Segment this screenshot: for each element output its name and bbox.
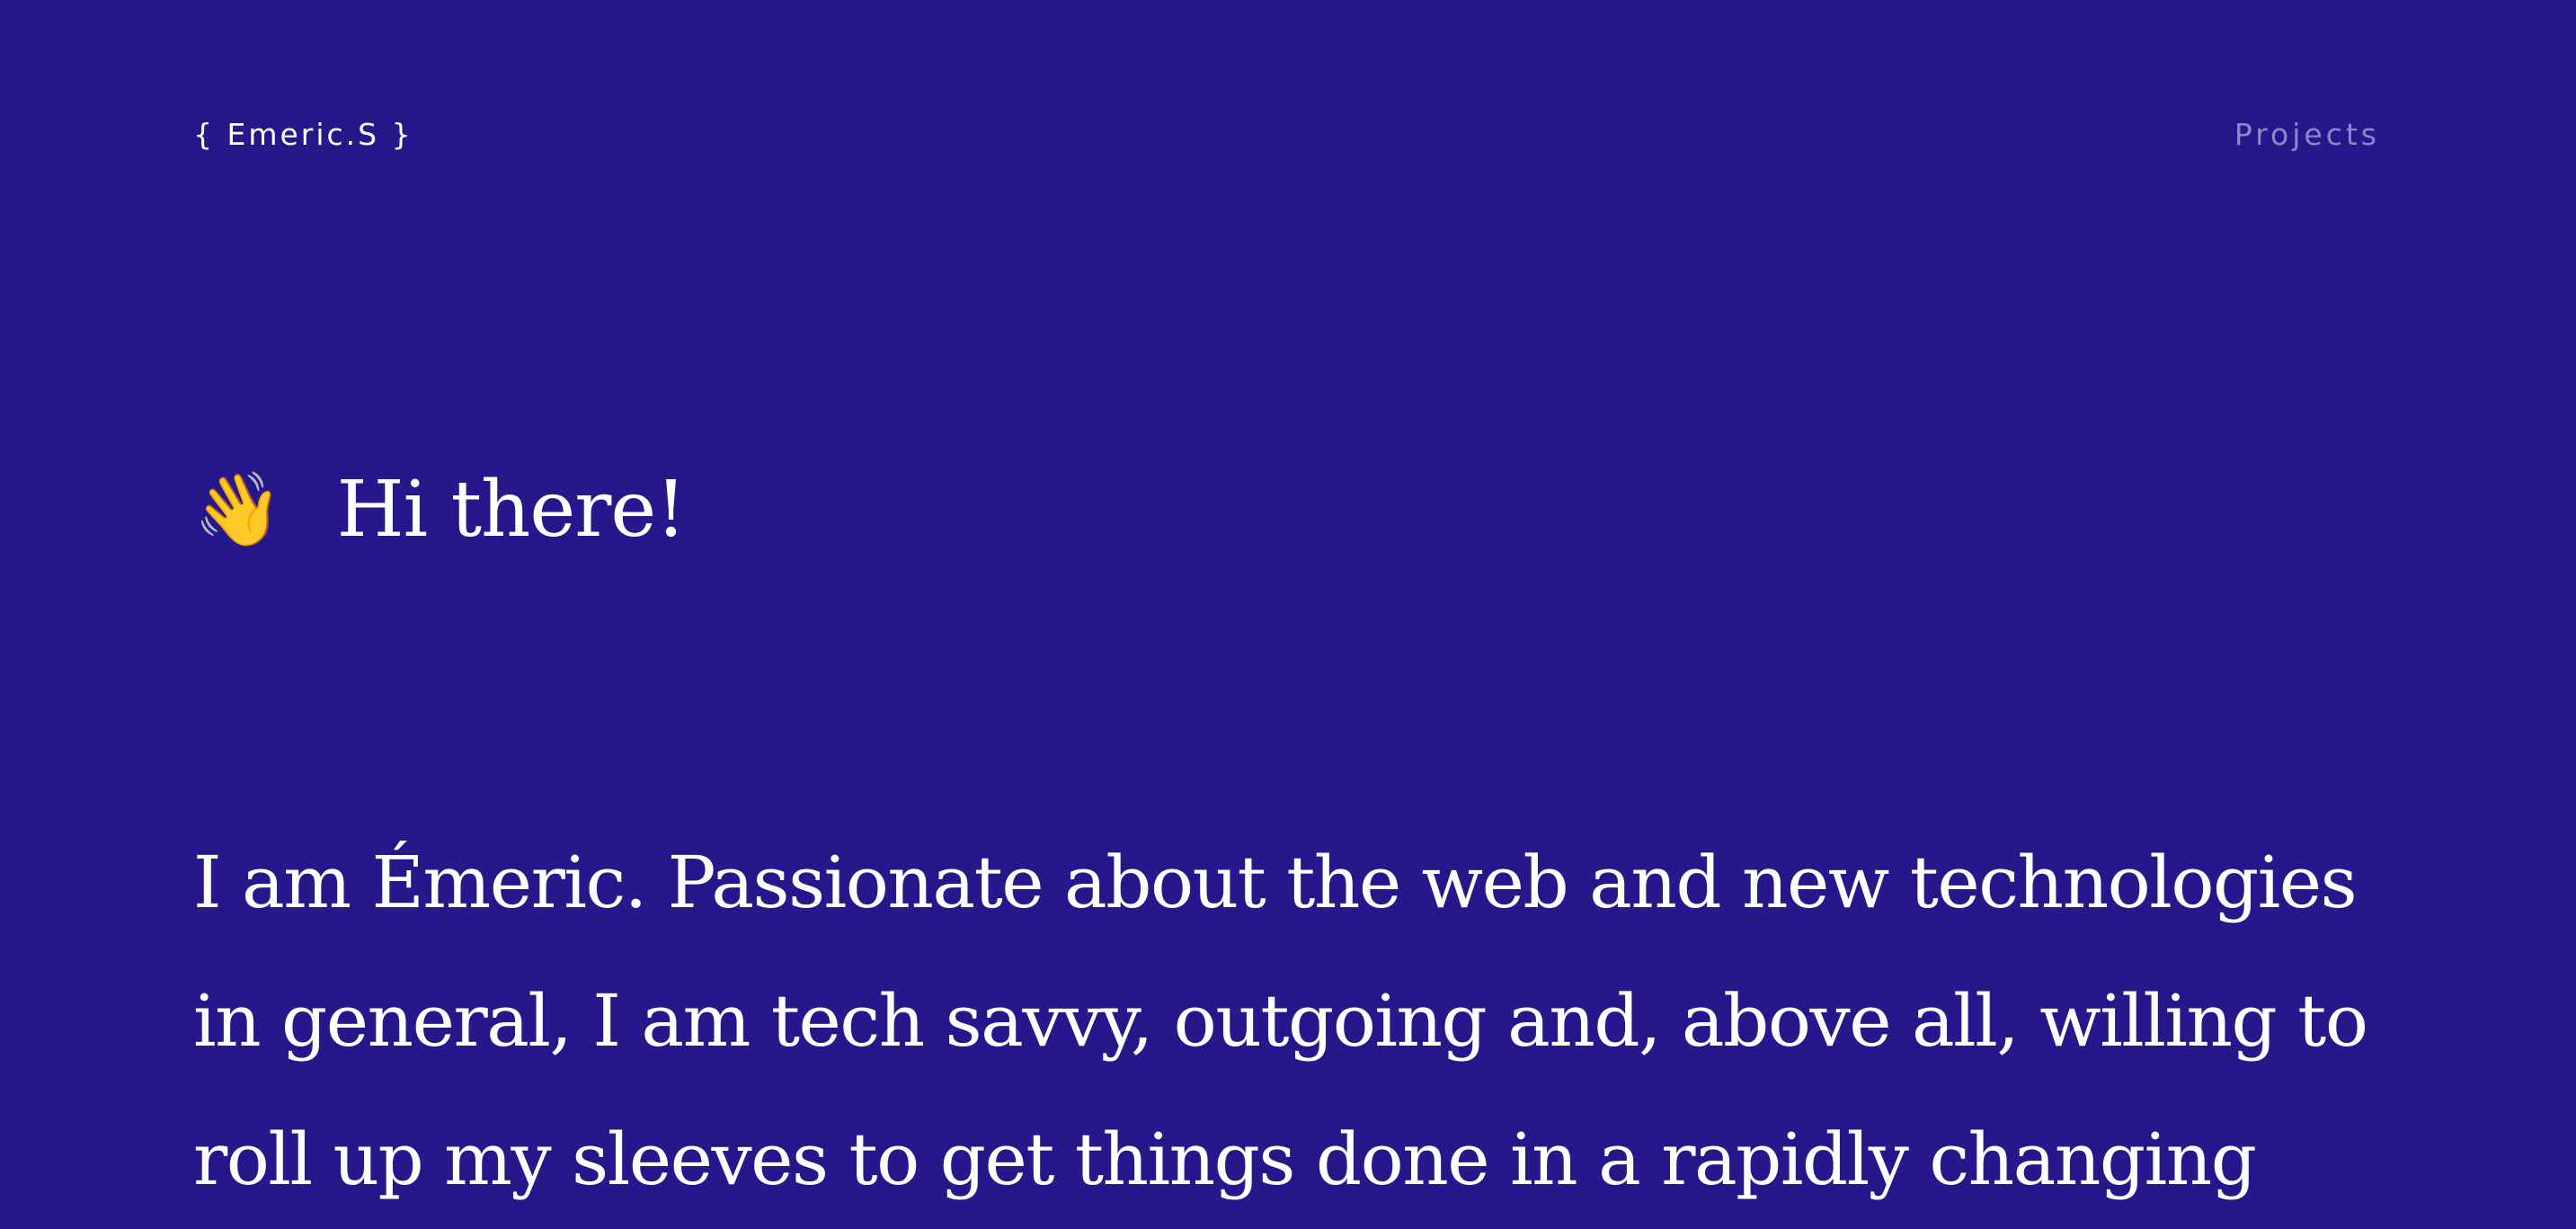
site-header: { Emeric.S } Projects [0,0,2576,273]
intro-paragraph: I am Émeric. Passionate about the web an… [193,841,2368,1201]
site-logo[interactable]: { Emeric.S } [193,117,413,153]
greeting-heading: Hi there! [336,465,687,555]
waving-hand-icon: 👋 [193,468,283,551]
nav-link-projects[interactable]: Projects [2234,117,2380,153]
greeting: 👋 Hi there! [193,460,687,559]
